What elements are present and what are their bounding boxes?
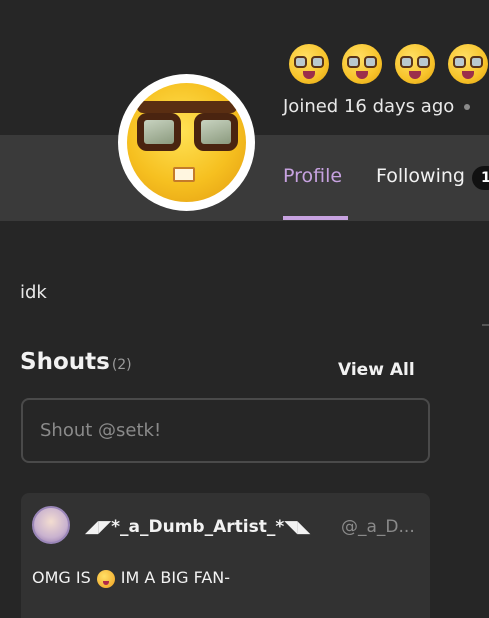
tab-following[interactable]: Following: [376, 165, 465, 187]
shout-message: OMG IS IM A BIG FAN-: [32, 568, 230, 588]
following-count-badge: 1: [472, 166, 489, 190]
separator-dot: [464, 104, 471, 110]
shouts-count: (2): [111, 357, 132, 373]
shout-author-handle[interactable]: @_a_D...: [341, 517, 415, 537]
profile-bio: idk: [20, 282, 47, 303]
profile-avatar: [118, 74, 255, 211]
sidebar-edge: [482, 324, 489, 326]
nerd-face-emoji-icon[interactable]: [289, 44, 329, 84]
joined-text: Joined 16 days ago: [283, 96, 455, 117]
shout-input[interactable]: [21, 398, 430, 463]
shout-text-before: OMG IS: [32, 568, 91, 587]
badge-row: [289, 44, 489, 84]
tab-profile[interactable]: Profile: [283, 165, 342, 187]
shout-author-name[interactable]: ◢◤*_a_Dumb_Artist_*◥◣: [85, 517, 310, 537]
tab-profile-active-indicator: [283, 216, 348, 220]
nerd-face-emoji-icon[interactable]: [395, 44, 435, 84]
shouts-title: Shouts: [20, 349, 110, 375]
nerd-face-emoji-icon[interactable]: [448, 44, 488, 84]
nerd-face-emoji-icon: [96, 569, 115, 588]
shout-author-avatar[interactable]: [32, 506, 70, 544]
nerd-face-emoji-icon[interactable]: [342, 44, 382, 84]
shout-text-after: IM A BIG FAN-: [120, 568, 231, 587]
shout-card: ◢◤*_a_Dumb_Artist_*◥◣ @_a_D... OMG IS IM …: [21, 493, 430, 618]
view-all-shouts-link[interactable]: View All: [338, 360, 415, 380]
nerd-face-avatar-icon: [127, 83, 246, 202]
joined-date: Joined 16 days ago: [283, 96, 471, 117]
shouts-heading: Shouts (2): [20, 349, 132, 375]
